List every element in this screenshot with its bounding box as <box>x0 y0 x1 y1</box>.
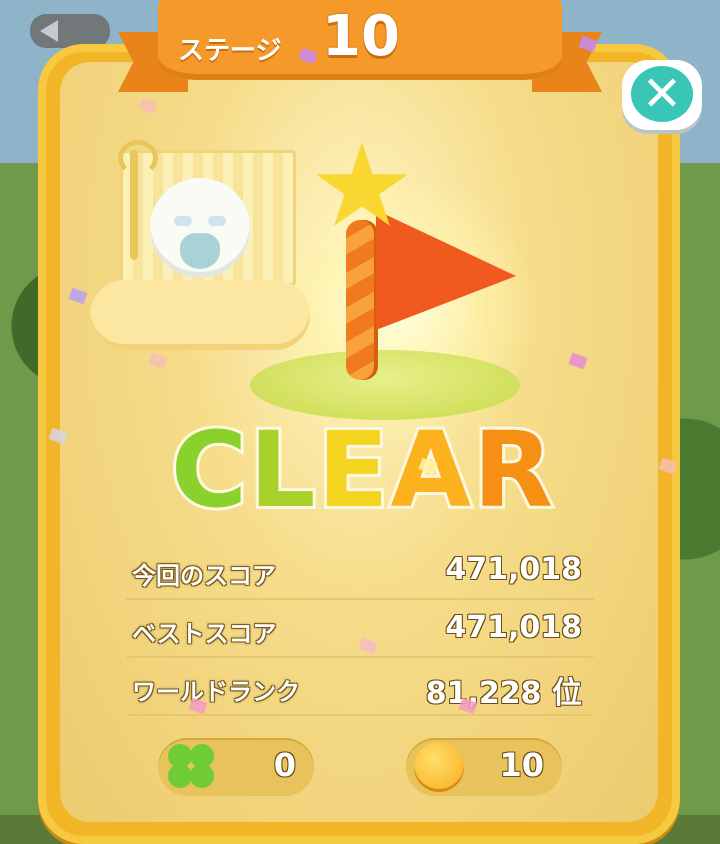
coin-reward: 10 <box>406 738 562 796</box>
stats-list: 今回のスコア 471,018 ベストスコア 471,018 ワールドランク 81… <box>126 542 594 716</box>
coin-count: 10 <box>499 746 544 784</box>
stage-number: 10 <box>322 4 400 69</box>
stat-label: ベストスコア <box>132 620 277 648</box>
flag-pole <box>346 220 378 380</box>
coin-icon <box>414 742 464 792</box>
clover-count: 0 <box>273 746 296 784</box>
back-arrow-icon <box>40 20 58 42</box>
clear-title: CLEAR <box>168 407 556 533</box>
stat-value: 471,018 <box>445 610 582 645</box>
staff-top <box>118 140 158 176</box>
stage-label: ステージ <box>178 36 282 66</box>
close-button[interactable]: ✕ <box>622 60 702 130</box>
cloud <box>90 280 310 350</box>
clover-icon <box>168 744 216 790</box>
sage-character <box>150 178 250 278</box>
stat-value: 81,228 位 <box>425 676 582 711</box>
close-icon: ✕ <box>641 66 683 122</box>
stat-value: 471,018 <box>445 552 582 587</box>
stat-row-current-score: 今回のスコア 471,018 <box>126 542 594 600</box>
clover-reward: 0 <box>158 738 314 796</box>
stat-label: ワールドランク <box>132 678 300 706</box>
back-button[interactable] <box>30 14 110 48</box>
stat-label: 今回のスコア <box>132 562 276 590</box>
